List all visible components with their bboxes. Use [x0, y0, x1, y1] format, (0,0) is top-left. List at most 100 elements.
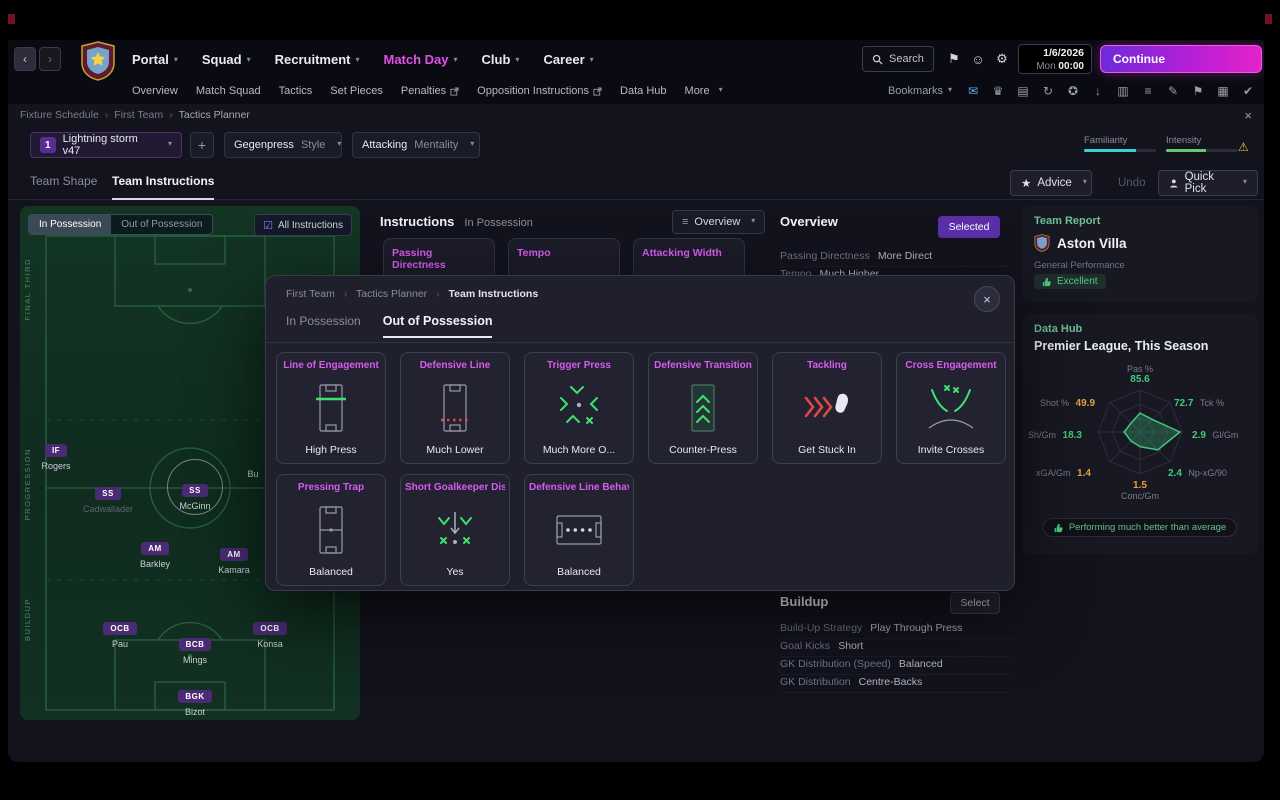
player-pau[interactable]: OCB Pau: [78, 618, 162, 649]
close-icon[interactable]: ×: [1244, 108, 1252, 123]
player-konsa[interactable]: OCB Konsa: [228, 618, 312, 649]
data-hub-subtitle: Premier League, This Season: [1034, 339, 1209, 353]
tackling-icon: [804, 393, 848, 417]
instruction-cards-grid: Line of Engagement High Press Defensive …: [276, 352, 1006, 586]
nav-squad[interactable]: Squad: [202, 52, 251, 67]
breadcrumb-tactics-planner[interactable]: Tactics Planner: [179, 109, 250, 121]
calendar-icon[interactable]: ▦: [1215, 84, 1231, 98]
radar-axis-sh: Sh/Gm 18.3: [1028, 430, 1082, 441]
breadcrumb-fixture-schedule[interactable]: Fixture Schedule: [20, 109, 99, 121]
search-label: Search: [889, 53, 924, 65]
selected-button[interactable]: Selected: [938, 216, 1000, 238]
club-row[interactable]: Aston Villa: [1034, 234, 1127, 252]
select-button[interactable]: Select: [950, 592, 1000, 614]
toggle-in-possession[interactable]: In Possession: [29, 215, 112, 234]
chevron-down-icon: [714, 85, 723, 97]
trigger-press-icon: [560, 385, 598, 424]
squad-icon[interactable]: ▤: [1015, 84, 1031, 98]
breadcrumb-first-team[interactable]: First Team: [114, 109, 163, 121]
all-instructions-button[interactable]: ☑ All Instructions: [254, 214, 352, 236]
radar-axis-gl: 2.9 Gl/Gm: [1192, 430, 1239, 441]
continue-button[interactable]: Continue: [1100, 45, 1262, 73]
instructions-view-dropdown[interactable]: ≡ Overview: [672, 210, 766, 234]
nav-match-day[interactable]: Match Day: [383, 52, 457, 67]
downloads-icon[interactable]: ↓: [1090, 84, 1106, 98]
assistant-button[interactable]: ☺: [966, 46, 990, 72]
card-defensive-line[interactable]: Defensive Line Much Lower: [400, 352, 510, 464]
tactic-slot-badge: 1: [40, 137, 56, 153]
messages-icon[interactable]: ✉: [965, 84, 981, 98]
player-bizot[interactable]: BGK Bizot: [153, 686, 237, 717]
add-tactic-button[interactable]: +: [190, 132, 214, 158]
pressing-trap-icon: [319, 505, 343, 554]
player-role-badge: OCB: [253, 622, 287, 635]
tasks-icon[interactable]: ✔: [1240, 84, 1256, 98]
subnav-more[interactable]: More: [685, 85, 723, 97]
news-icon[interactable]: ≡: [1140, 84, 1156, 98]
settings-button[interactable]: ⚙: [990, 46, 1014, 72]
game-date-button[interactable]: 1/6/2026 Mon 00:00: [1018, 44, 1092, 74]
style-dropdown[interactable]: Gegenpress Style: [224, 132, 342, 158]
player-mings[interactable]: BCB Mings: [153, 634, 237, 665]
modal-tab-in-possession[interactable]: In Possession: [286, 314, 361, 338]
possession-toggle: In Possession Out of Possession: [28, 214, 214, 235]
forward-button[interactable]: ›: [39, 47, 61, 71]
refresh-icon[interactable]: ↻: [1040, 84, 1056, 98]
reports-icon[interactable]: ▥: [1115, 84, 1131, 98]
day-text: Mon: [1036, 61, 1056, 72]
back-button[interactable]: ‹: [14, 47, 36, 71]
advice-button[interactable]: ★ Advice: [1010, 170, 1092, 196]
subnav-data-hub[interactable]: Data Hub: [620, 85, 666, 97]
zone-label-buildup: BUILDUP: [23, 598, 32, 642]
modal-tab-out-of-possession[interactable]: Out of Possession: [382, 314, 493, 338]
tab-team-instructions[interactable]: Team Instructions: [112, 174, 215, 200]
card-trigger-press[interactable]: Trigger Press Much More O...: [524, 352, 634, 464]
modal-crumb-tactics-planner[interactable]: Tactics Planner: [356, 288, 427, 300]
card-line-of-engagement[interactable]: Line of Engagement High Press: [276, 352, 386, 464]
time-text: 00:00: [1058, 61, 1084, 72]
card-short-goalkeeper-distribution[interactable]: Short Goalkeeper Distr Yes: [400, 474, 510, 586]
player-mcginn[interactable]: SS McGinn: [153, 459, 237, 515]
card-cross-engagement[interactable]: Cross Engagement Invite Crosses: [896, 352, 1006, 464]
player-barkley[interactable]: AM Barkley: [113, 538, 197, 569]
subnav-opposition-instructions[interactable]: Opposition Instructions: [477, 85, 602, 97]
card-defensive-line-behaviour[interactable]: Defensive Line Behavio Balanced: [524, 474, 634, 586]
modal-crumb-first-team[interactable]: First Team: [286, 288, 335, 300]
quick-pick-button[interactable]: Quick Pick: [1158, 170, 1258, 196]
nav-recruitment[interactable]: Recruitment: [275, 52, 360, 67]
subnav-penalties[interactable]: Penalties: [401, 85, 459, 97]
player-cadwallader[interactable]: SS Cadwallader: [66, 483, 150, 514]
card-tackling[interactable]: Tackling Get Stuck In: [772, 352, 882, 464]
modal-close-button[interactable]: ×: [974, 286, 1000, 312]
bookmarks-dropdown[interactable]: Bookmarks: [888, 85, 952, 97]
bookmark-flag-button[interactable]: ⚑: [942, 46, 966, 72]
chevron-down-icon: [585, 52, 594, 67]
buildup-row: GK Distribution Centre-Backs: [780, 676, 1012, 693]
card-defensive-transition[interactable]: Defensive Transition Counter-Press: [648, 352, 758, 464]
nav-club[interactable]: Club: [482, 52, 520, 67]
awards-icon[interactable]: ✪: [1065, 84, 1081, 98]
team-instructions-modal: First Team Tactics Planner Team Instruct…: [265, 275, 1015, 591]
subnav-tactics[interactable]: Tactics: [279, 85, 313, 97]
chevron-down-icon: [746, 216, 755, 228]
subnav-set-pieces[interactable]: Set Pieces: [330, 85, 383, 97]
nav-portal[interactable]: Portal: [132, 52, 178, 67]
undo-button[interactable]: Undo: [1108, 170, 1156, 196]
subnav-match-squad[interactable]: Match Squad: [196, 85, 261, 97]
nav-career[interactable]: Career: [543, 52, 593, 67]
notes-icon[interactable]: ✎: [1165, 84, 1181, 98]
zone-label-final-third: FINAL THIRD: [23, 258, 32, 321]
subnav-overview[interactable]: Overview: [132, 85, 178, 97]
search-button[interactable]: Search: [862, 46, 934, 72]
toggle-out-of-possession[interactable]: Out of Possession: [111, 215, 212, 234]
tab-team-shape[interactable]: Team Shape: [30, 174, 97, 188]
person-icon: [1170, 179, 1178, 187]
player-kamara[interactable]: AM Kamara: [192, 544, 276, 575]
flags-icon[interactable]: ⚑: [1190, 84, 1206, 98]
mentality-dropdown[interactable]: Attacking Mentality: [352, 132, 480, 158]
player-rogers[interactable]: IF Rogers: [20, 440, 98, 471]
club-crest-small-icon: [1034, 234, 1050, 252]
card-pressing-trap[interactable]: Pressing Trap Balanced: [276, 474, 386, 586]
trophy-icon[interactable]: ♛: [990, 84, 1006, 98]
tactic-select-dropdown[interactable]: 1 Lightning storm v47: [30, 132, 182, 158]
